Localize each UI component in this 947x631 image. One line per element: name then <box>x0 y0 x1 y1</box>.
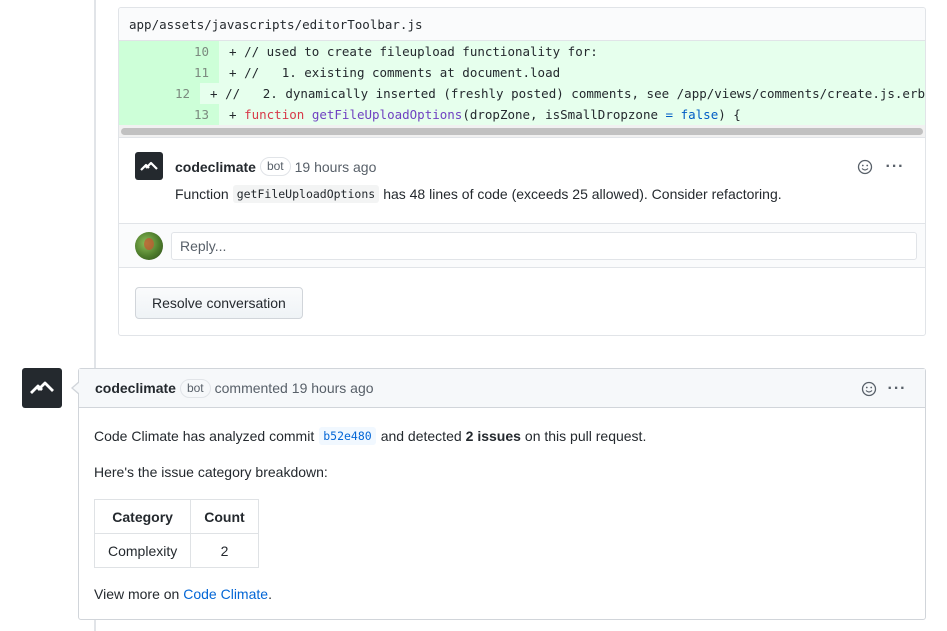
timeline-comment: codeclimate bot commented 19 hours ago ·… <box>71 368 926 620</box>
table-cell: Complexity <box>93 533 192 568</box>
resolve-conversation-button[interactable]: Resolve conversation <box>135 287 303 319</box>
reply-input[interactable] <box>171 232 917 260</box>
review-comment: codeclimate bot 19 hours ago ··· Functio… <box>119 138 925 224</box>
commit-sha-link[interactable]: b52e480 <box>319 427 376 445</box>
code-climate-link[interactable]: Code Climate <box>183 586 268 602</box>
analysis-summary: Code Climate has analyzed commit b52e480… <box>94 427 647 445</box>
line-code: + // 1. existing comments at document.lo… <box>219 62 925 83</box>
diff-line: 11 + // 1. existing comments at document… <box>119 62 925 83</box>
comment-header: codeclimate bot commented 19 hours ago ·… <box>79 369 925 408</box>
table-header: Count <box>190 499 259 534</box>
author-link[interactable]: codeclimate <box>175 159 256 175</box>
comment-action: commented <box>214 380 288 396</box>
timestamp[interactable]: 19 hours ago <box>292 380 374 396</box>
diff-line: 10 + // used to create fileupload functi… <box>119 41 925 62</box>
codeclimate-logo-icon <box>140 161 158 171</box>
reply-row <box>119 224 925 268</box>
file-path[interactable]: app/assets/javascripts/editorToolbar.js <box>119 8 925 41</box>
user-avatar[interactable] <box>135 232 163 260</box>
smiley-icon[interactable] <box>855 157 875 177</box>
diff-code: 10 + // used to create fileupload functi… <box>119 41 925 125</box>
scrollbar-thumb[interactable] <box>121 128 923 135</box>
smiley-icon[interactable] <box>859 379 879 399</box>
review-thread: app/assets/javascripts/editorToolbar.js … <box>118 7 926 336</box>
author-link[interactable]: codeclimate <box>95 380 176 396</box>
diff-line: 12 + // 2. dynamically inserted (freshly… <box>119 83 925 104</box>
diff-line: 13 + function getFileUploadOptions(dropZ… <box>119 104 925 125</box>
comment-header: codeclimate bot 19 hours ago <box>175 157 376 176</box>
codeclimate-avatar[interactable] <box>135 152 163 180</box>
table-row: Complexity 2 <box>93 533 259 568</box>
comment-body: Function getFileUploadOptions has 48 lin… <box>175 185 782 203</box>
breakdown-intro: Here's the issue category breakdown: <box>94 464 328 480</box>
line-number[interactable]: 13 <box>119 104 219 125</box>
line-number[interactable]: 11 <box>119 62 219 83</box>
table-header: Category <box>93 499 192 534</box>
kebab-icon[interactable]: ··· <box>887 379 907 399</box>
line-number[interactable]: 10 <box>119 41 219 62</box>
line-code: + // used to create fileupload functiona… <box>219 41 925 62</box>
codeclimate-logo-icon <box>30 381 54 394</box>
table-header-row: Category Count <box>93 499 259 534</box>
bot-badge: bot <box>259 157 291 176</box>
codeclimate-avatar[interactable] <box>22 368 62 408</box>
timestamp[interactable]: 19 hours ago <box>295 159 377 175</box>
table-cell: 2 <box>190 533 259 568</box>
line-code: + // 2. dynamically inserted (freshly po… <box>200 83 925 104</box>
line-number[interactable]: 12 <box>119 83 201 104</box>
kebab-icon[interactable]: ··· <box>885 157 905 177</box>
inline-code: getFileUploadOptions <box>232 185 380 203</box>
horizontal-scrollbar[interactable] <box>119 125 925 138</box>
line-code: + function getFileUploadOptions(dropZone… <box>219 104 925 125</box>
bot-badge: bot <box>179 378 211 398</box>
issue-count: 2 issues <box>465 428 521 444</box>
issue-breakdown-table: Category Count Complexity 2 <box>93 499 259 568</box>
view-more: View more on Code Climate. <box>94 586 272 602</box>
